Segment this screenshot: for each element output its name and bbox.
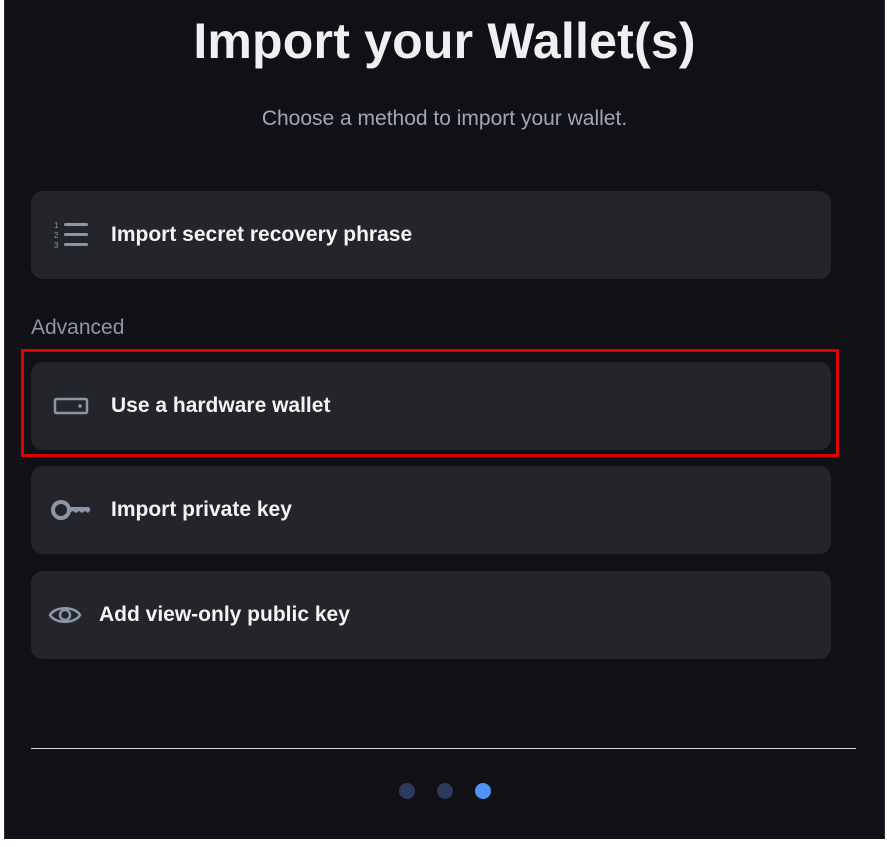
numbered-list-icon: 1 2 3: [51, 217, 91, 253]
step-indicator: [5, 783, 884, 799]
import-wallet-panel: Import your Wallet(s) Choose a method to…: [4, 0, 885, 839]
hardware-wallet-label: Use a hardware wallet: [111, 394, 331, 417]
recovery-phrase-label: Import secret recovery phrase: [111, 223, 413, 246]
key-icon: [51, 492, 91, 528]
view-only-key-label: Add view-only public key: [99, 603, 350, 626]
svg-text:1: 1: [54, 221, 59, 230]
footer-divider: [31, 748, 856, 749]
svg-text:3: 3: [54, 241, 59, 250]
eye-icon: [45, 597, 85, 633]
hardware-wallet-button[interactable]: Use a hardware wallet: [31, 362, 831, 450]
step-dot-2: [436, 783, 453, 799]
step-dot-3-active: [474, 783, 491, 799]
private-key-label: Import private key: [111, 498, 292, 521]
hardware-wallet-icon: [51, 388, 91, 424]
add-view-only-key-button[interactable]: Add view-only public key: [31, 571, 831, 659]
svg-text:2: 2: [54, 231, 59, 240]
step-dot-1: [398, 783, 415, 799]
import-private-key-button[interactable]: Import private key: [31, 466, 831, 554]
advanced-section-label: Advanced: [31, 316, 125, 339]
page-title: Import your Wallet(s): [193, 13, 696, 69]
page-subtitle: Choose a method to import your wallet.: [261, 107, 628, 130]
import-recovery-phrase-button[interactable]: 1 2 3 Import secret recovery phrase: [31, 191, 831, 279]
